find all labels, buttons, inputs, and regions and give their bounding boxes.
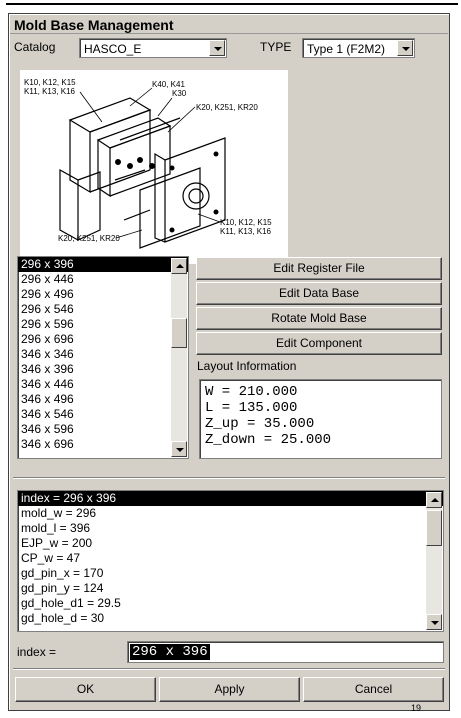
layout-info-label: Layout Information bbox=[197, 359, 297, 373]
type-label: TYPE bbox=[260, 40, 292, 54]
scroll-down-icon[interactable] bbox=[426, 614, 442, 630]
button-label: Edit Data Base bbox=[278, 286, 360, 300]
layout-line: Z_up = 35.000 bbox=[205, 416, 315, 432]
index-label: index = bbox=[17, 645, 57, 659]
diagram-label: K20, K251, KR20 bbox=[196, 103, 258, 112]
size-list-scrollbar[interactable] bbox=[171, 258, 187, 457]
type-value: Type 1 (F2M2) bbox=[307, 42, 386, 56]
list-item[interactable]: gd_hole_d = 30 bbox=[18, 611, 443, 626]
list-item[interactable]: 346 x 696 bbox=[18, 437, 188, 452]
list-item[interactable]: 296 x 446 bbox=[18, 272, 188, 287]
list-item[interactable]: 346 x 396 bbox=[18, 362, 188, 377]
index-value: 296 x 396 bbox=[130, 644, 210, 660]
window-title: Mold Base Management bbox=[14, 17, 174, 33]
button-label: Edit Component bbox=[275, 336, 363, 350]
mold-base-diagram: K10, K12, K15 K11, K13, K16 K40, K41 K30… bbox=[20, 70, 288, 264]
list-item[interactable]: 296 x 396 bbox=[18, 257, 188, 272]
chevron-down-icon[interactable] bbox=[209, 40, 225, 56]
list-item[interactable]: 346 x 596 bbox=[18, 422, 188, 437]
divider bbox=[13, 668, 445, 670]
edit-component-button[interactable]: Edit Component bbox=[196, 332, 442, 355]
apply-button[interactable]: Apply bbox=[159, 677, 300, 702]
list-item[interactable]: 296 x 496 bbox=[18, 287, 188, 302]
button-label: Cancel bbox=[354, 682, 393, 696]
diagram-label: K20, K251, KR20 bbox=[58, 234, 120, 243]
list-item[interactable]: 346 x 446 bbox=[18, 377, 188, 392]
button-label: Apply bbox=[214, 682, 245, 696]
scroll-down-icon[interactable] bbox=[171, 441, 187, 457]
list-item[interactable]: 346 x 496 bbox=[18, 392, 188, 407]
button-label: Edit Register File bbox=[273, 261, 365, 275]
list-item[interactable]: 346 x 546 bbox=[18, 407, 188, 422]
chevron-down-icon[interactable] bbox=[397, 40, 413, 56]
list-item[interactable]: gd_pin_y = 124 bbox=[18, 581, 443, 596]
index-input[interactable]: 296 x 396 bbox=[127, 641, 444, 663]
layout-line: Z_down = 25.000 bbox=[205, 432, 332, 448]
button-label: OK bbox=[76, 682, 95, 696]
list-item[interactable]: gd_hole_d1 = 29.5 bbox=[18, 596, 443, 611]
diagram-label: K10, K12, K15 bbox=[24, 78, 76, 87]
scroll-up-icon[interactable] bbox=[426, 492, 442, 508]
type-select[interactable]: Type 1 (F2M2) bbox=[302, 38, 415, 58]
catalog-select[interactable]: HASCO_E bbox=[79, 38, 227, 58]
diagram-label: K10, K12, K15 bbox=[220, 218, 272, 227]
diagram-label: K11, K13, K16 bbox=[24, 87, 75, 96]
list-item[interactable]: EJP_w = 200 bbox=[18, 536, 443, 551]
list-item[interactable]: 296 x 596 bbox=[18, 317, 188, 332]
title-bar: Mold Base Management bbox=[10, 15, 448, 34]
scroll-thumb[interactable] bbox=[426, 510, 442, 546]
divider bbox=[13, 477, 445, 479]
button-label: Rotate Mold Base bbox=[271, 311, 367, 325]
edit-data-base-button[interactable]: Edit Data Base bbox=[196, 282, 442, 305]
rotate-mold-base-button[interactable]: Rotate Mold Base bbox=[196, 307, 442, 330]
parameter-list-scrollbar[interactable] bbox=[426, 492, 442, 630]
edit-register-file-button[interactable]: Edit Register File bbox=[196, 257, 442, 280]
ok-button[interactable]: OK bbox=[15, 677, 156, 702]
list-item[interactable]: CP_w = 47 bbox=[18, 551, 443, 566]
diagram-label: K30 bbox=[172, 89, 187, 98]
list-item[interactable]: gd_pin_x = 170 bbox=[18, 566, 443, 581]
page-number: 19 bbox=[411, 703, 422, 713]
layout-line: W = 210.000 bbox=[205, 384, 298, 400]
list-item[interactable]: 296 x 546 bbox=[18, 302, 188, 317]
scroll-up-icon[interactable] bbox=[171, 258, 187, 274]
list-item[interactable]: index = 296 x 396 bbox=[18, 491, 443, 506]
list-item[interactable]: 346 x 346 bbox=[18, 347, 188, 362]
cancel-button[interactable]: Cancel bbox=[303, 677, 444, 702]
mold-base-dialog: Mold Base Management Catalog HASCO_E TYP… bbox=[8, 13, 450, 711]
parameter-list[interactable]: index = 296 x 396 mold_w = 296 mold_l = … bbox=[17, 490, 444, 632]
list-item[interactable]: 296 x 696 bbox=[18, 332, 188, 347]
scroll-thumb[interactable] bbox=[171, 318, 187, 348]
top-rule bbox=[6, 3, 458, 5]
diagram-label: K11, K13, K16 bbox=[220, 227, 271, 236]
list-item[interactable]: mold_w = 296 bbox=[18, 506, 443, 521]
catalog-label: Catalog bbox=[14, 40, 56, 54]
list-item[interactable]: mold_l = 396 bbox=[18, 521, 443, 536]
layout-info-box: W = 210.000 L = 135.000 Z_up = 35.000 Z_… bbox=[199, 379, 442, 459]
size-list[interactable]: 296 x 396 296 x 446 296 x 496 296 x 546 … bbox=[17, 256, 189, 459]
catalog-value: HASCO_E bbox=[84, 42, 142, 56]
diagram-label: K40, K41 bbox=[152, 80, 185, 89]
layout-line: L = 135.000 bbox=[205, 400, 298, 416]
